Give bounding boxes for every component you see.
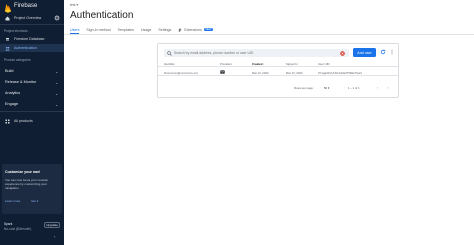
mail-icon bbox=[220, 70, 225, 74]
shortcuts-heading: Project shortcuts bbox=[4, 29, 28, 33]
page-range: 1 – 1 of 1 bbox=[348, 86, 360, 90]
extension-icon bbox=[179, 27, 182, 32]
chevron-down-icon: ⌄ bbox=[55, 69, 59, 74]
sidebar-item-label: Authentication bbox=[14, 46, 37, 50]
cell-identifier: firsxxxxxxx@xxxxxxxxx.xxx bbox=[164, 70, 198, 75]
tab-users[interactable]: Users bbox=[70, 26, 80, 34]
cell-signed-in: Mar 13, 2023 bbox=[286, 70, 303, 75]
cell-created: Mar 13, 2023 bbox=[252, 70, 269, 75]
tab-extensions[interactable]: Extensions NEW bbox=[178, 26, 213, 33]
sidebar-item-authentication[interactable]: Authentication bbox=[0, 44, 64, 52]
cell-user-uid: 0Y1gaOFzUU6L4rHG0TW8oXSur2 bbox=[318, 70, 362, 75]
tab-label: Users bbox=[70, 27, 80, 32]
more-options-icon[interactable] bbox=[390, 49, 394, 55]
sidebar-item-firestore[interactable]: Firestore Database bbox=[0, 35, 64, 43]
column-label: Created bbox=[252, 62, 263, 66]
sidebar: Firebase Project Overview Project shortc… bbox=[0, 0, 64, 245]
new-badge: NEW bbox=[203, 28, 213, 31]
chevron-right-icon[interactable]: › bbox=[387, 85, 388, 90]
clear-search-icon[interactable] bbox=[340, 50, 345, 56]
people-icon bbox=[4, 45, 10, 51]
plan-info: Spark No-cost ($0/month) bbox=[4, 222, 31, 231]
column-providers[interactable]: Providers bbox=[220, 62, 232, 66]
column-created[interactable]: Created ↓ bbox=[252, 62, 265, 66]
tab-settings[interactable]: Settings bbox=[158, 26, 171, 33]
tab-label: Settings bbox=[158, 27, 172, 32]
customize-nav-text: You can now focus your console experienc… bbox=[5, 178, 48, 190]
user-search-box[interactable] bbox=[164, 49, 349, 57]
sidebar-category-engage[interactable]: Engage ⌄ bbox=[0, 100, 64, 109]
app: Firebase Project Overview Project shortc… bbox=[0, 0, 474, 245]
search-input[interactable] bbox=[174, 50, 332, 56]
tab-bar: Users Sign-in method Templates Usage Set… bbox=[70, 26, 213, 34]
column-identifier[interactable]: Identifier bbox=[164, 62, 175, 66]
customize-nav-title: Customize your nav! bbox=[5, 170, 41, 174]
categories-heading: Product categories bbox=[4, 58, 31, 62]
tab-label: Templates bbox=[117, 27, 134, 32]
add-user-button[interactable]: Add user bbox=[353, 48, 376, 57]
sidebar-item-all-products[interactable]: All products bbox=[0, 117, 64, 125]
chevron-down-icon: ▾ bbox=[76, 3, 79, 7]
project-selector[interactable]: test ▾ bbox=[70, 3, 78, 7]
category-label: Release & Monitor bbox=[5, 80, 37, 84]
sidebar-item-label: Firestore Database bbox=[14, 37, 45, 41]
sidebar-item-label: Project Overview bbox=[14, 16, 42, 20]
tab-divider bbox=[64, 34, 474, 35]
tab-label: Extensions bbox=[184, 27, 202, 32]
chevron-down-icon: ⌄ bbox=[55, 102, 59, 107]
learn-more-link[interactable]: Learn more bbox=[5, 199, 20, 203]
collapse-sidebar-icon[interactable]: ‹ bbox=[54, 234, 55, 239]
sidebar-item-label: All products bbox=[14, 119, 33, 123]
brand-name[interactable]: Firebase bbox=[14, 3, 37, 9]
tab-label: Usage bbox=[140, 27, 152, 32]
grid-icon bbox=[4, 118, 10, 124]
chevron-down-icon: ⌄ bbox=[55, 80, 59, 85]
main-content: test ▾ Authentication Users Sign-in meth… bbox=[64, 0, 474, 245]
table-header: Identifier Providers Created ↓ Signed In… bbox=[158, 61, 398, 67]
tab-usage[interactable]: Usage bbox=[141, 26, 151, 33]
column-user-uid[interactable]: User UID bbox=[318, 62, 330, 66]
database-icon bbox=[4, 36, 10, 42]
pagination: Rows per page: 50 ▾ 1 – 1 of 1 ‹ › bbox=[158, 84, 398, 92]
firebase-logo-icon[interactable] bbox=[4, 3, 12, 13]
customize-nav-links: Learn more Got it bbox=[5, 199, 48, 203]
tab-sign-in-method[interactable]: Sign-in method bbox=[86, 26, 110, 33]
plan-price: No-cost ($0/month) bbox=[4, 226, 32, 231]
tab-templates[interactable]: Templates bbox=[118, 26, 134, 33]
refresh-icon[interactable] bbox=[380, 49, 386, 55]
search-icon bbox=[167, 50, 172, 56]
sidebar-category-analytics[interactable]: Analytics ⌄ bbox=[0, 89, 64, 98]
tab-label: Sign-in method bbox=[86, 27, 111, 32]
rows-per-page-select[interactable]: 50 ▾ bbox=[324, 86, 336, 91]
gear-icon[interactable] bbox=[54, 15, 60, 21]
sidebar-category-release-monitor[interactable]: Release & Monitor ⌄ bbox=[0, 78, 64, 87]
chevron-left-icon[interactable]: ‹ bbox=[377, 85, 378, 90]
sidebar-divider bbox=[0, 111, 64, 112]
rows-per-page-label: Rows per page: bbox=[294, 86, 314, 90]
page-title: Authentication bbox=[70, 10, 134, 21]
category-label: Engage bbox=[5, 102, 19, 106]
chevron-down-icon: ⌄ bbox=[55, 91, 59, 96]
rows-per-page-value: 50 bbox=[324, 85, 328, 90]
sidebar-category-build[interactable]: Build ⌄ bbox=[0, 67, 64, 76]
got-it-button[interactable]: Got it bbox=[31, 199, 38, 203]
upgrade-button[interactable]: Upgrade bbox=[44, 222, 60, 228]
sidebar-divider bbox=[0, 24, 64, 25]
users-card: Add user Identifier Providers Created ↓ … bbox=[157, 43, 399, 98]
category-label: Analytics bbox=[5, 91, 21, 95]
column-signed-in[interactable]: Signed In bbox=[286, 62, 298, 66]
home-icon bbox=[4, 15, 10, 21]
table-row[interactable]: firsxxxxxxx@xxxxxxxxx.xxx Mar 13, 2023 M… bbox=[158, 68, 398, 76]
project-name: test bbox=[70, 3, 76, 7]
category-label: Build bbox=[5, 69, 14, 73]
